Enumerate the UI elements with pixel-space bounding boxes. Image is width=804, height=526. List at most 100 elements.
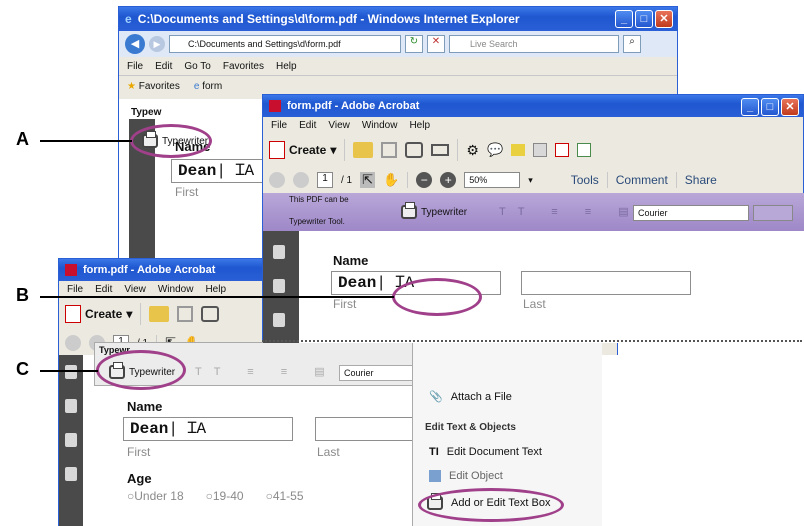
save-icon[interactable] <box>177 306 194 322</box>
close-button[interactable]: ✕ <box>655 10 673 28</box>
acrobat-window-front: form.pdf - Adobe Acrobat _ □ ✕ File Edit… <box>262 94 804 343</box>
comment-bubble-icon[interactable]: 💬 <box>487 142 503 158</box>
menu-favorites[interactable]: Favorites <box>223 61 264 72</box>
acrobat1-tab-tools[interactable]: Tools <box>571 173 599 187</box>
acrobat2-name-label: Name <box>127 399 163 414</box>
save-icon[interactable] <box>381 142 398 158</box>
open-folder-icon[interactable] <box>353 142 374 158</box>
acrobat1-last-label: Last <box>523 297 546 311</box>
print-icon[interactable] <box>405 142 424 158</box>
acrobat1-last-name-field[interactable] <box>521 271 691 295</box>
star-icon: ★ <box>127 81 136 92</box>
edit-document-text-item[interactable]: TI Edit Document Text <box>429 446 542 458</box>
address-bar[interactable]: C:\Documents and Settings\d\form.pdf <box>169 35 401 53</box>
acrobat2-create-button[interactable]: Create ▾ <box>65 305 132 323</box>
acrobat1-menu-help[interactable]: Help <box>409 120 430 131</box>
acrobat1-typewriter-button[interactable]: Typewriter <box>401 202 467 219</box>
next-page-icon[interactable] <box>293 172 309 188</box>
zoom-in-icon[interactable]: + <box>440 172 457 188</box>
bookmark-icon[interactable] <box>273 279 285 293</box>
signature-icon[interactable] <box>65 467 77 481</box>
acrobat1-create-button[interactable]: Create ▾ <box>269 141 336 159</box>
zoom-out-icon[interactable]: − <box>416 172 433 188</box>
zoom-dropdown-icon[interactable]: ▾ <box>528 175 533 186</box>
callout-c-line <box>40 370 98 372</box>
search-input[interactable]: Live Search <box>449 35 619 53</box>
ie-first-label: First <box>175 185 199 199</box>
ie-title-text: C:\Documents and Settings\d\form.pdf - W… <box>137 12 520 26</box>
prev-page-icon[interactable] <box>65 335 81 351</box>
object-icon <box>429 470 441 482</box>
forward-button-icon[interactable]: ▶ <box>149 36 165 52</box>
open-folder-icon[interactable] <box>149 306 170 322</box>
acrobat1-maximize-button[interactable]: □ <box>761 98 779 116</box>
acrobat2-first-name-field[interactable]: Dean| ꞮA <box>123 417 293 441</box>
maximize-button[interactable]: □ <box>635 10 653 28</box>
settings-gear-icon[interactable]: ⚙ <box>466 142 479 159</box>
callout-c-letter: C <box>16 359 29 379</box>
menu-help[interactable]: Help <box>276 61 297 72</box>
acrobat1-menu-file[interactable]: File <box>271 120 287 131</box>
search-icon[interactable]: ⌕ <box>623 35 641 53</box>
email-icon[interactable] <box>431 144 450 156</box>
acrobat2-menu-window[interactable]: Window <box>158 284 194 295</box>
acrobat1-tab-comment[interactable]: Comment <box>616 173 668 187</box>
separator <box>457 139 459 161</box>
menu-file[interactable]: File <box>127 61 143 72</box>
acrobat1-font-size-select[interactable] <box>753 205 793 221</box>
acrobat1-tab-share[interactable]: Share <box>685 173 717 187</box>
menu-edit[interactable]: Edit <box>155 61 172 72</box>
menu-goto[interactable]: Go To <box>184 61 211 72</box>
callout-b-letter: B <box>16 285 29 305</box>
stop-icon[interactable]: ✕ <box>427 35 445 53</box>
acrobat1-page-input[interactable]: 1 <box>317 172 333 188</box>
stamp-icon[interactable] <box>533 143 548 157</box>
acrobat2-menu-edit[interactable]: Edit <box>95 284 112 295</box>
pages-icon[interactable] <box>65 365 77 379</box>
ie-title-bar: e C:\Documents and Settings\d\form.pdf -… <box>119 7 677 31</box>
bookmark-icon[interactable] <box>65 399 77 413</box>
acrobat2-menu-view[interactable]: View <box>124 284 146 295</box>
acrobat1-font-select[interactable]: Courier <box>633 205 749 221</box>
acrobat2-last-name-field[interactable] <box>315 417 415 441</box>
refresh-icon[interactable]: ↻ <box>405 35 423 53</box>
acrobat2-menu-file[interactable]: File <box>67 284 83 295</box>
edit-object-item[interactable]: Edit Object <box>429 470 503 482</box>
attach-file-item[interactable]: 📎 Attach a File <box>429 390 512 404</box>
paperclip-icon: 📎 <box>429 391 443 403</box>
browser-tab[interactable]: e form <box>194 81 222 92</box>
crop-edge <box>262 340 802 342</box>
zoom-select[interactable]: 50% <box>464 172 521 188</box>
acrobat2-menu-help[interactable]: Help <box>205 284 226 295</box>
acrobat1-menu-view[interactable]: View <box>328 120 350 131</box>
acrobat1-first-label: First <box>333 297 357 311</box>
acrobat1-left-rail <box>263 231 299 343</box>
acrobat1-close-button[interactable]: ✕ <box>781 98 799 116</box>
sign-icon[interactable] <box>577 143 592 157</box>
attachment-icon[interactable] <box>273 313 285 327</box>
ie-typewriter-button[interactable]: Typewriter <box>142 131 208 148</box>
export-icon[interactable] <box>555 143 570 157</box>
edit-text-section-header: Edit Text & Objects <box>425 422 516 433</box>
back-button-icon[interactable]: ◀ <box>125 34 145 54</box>
attachment-icon[interactable] <box>65 433 77 447</box>
hand-tool-icon[interactable]: ✋ <box>383 172 399 188</box>
acrobat1-menu-edit[interactable]: Edit <box>299 120 316 131</box>
favorites-button[interactable]: ★ Favorites <box>127 81 180 92</box>
pages-icon[interactable] <box>273 245 285 259</box>
acrobat1-minimize-button[interactable]: _ <box>741 98 759 116</box>
typewriter-icon <box>142 131 158 148</box>
callout-add-text-box-ellipse <box>418 488 564 522</box>
age-radio-19-40[interactable]: ○19-40 <box>206 489 244 503</box>
acrobat1-menu-window[interactable]: Window <box>362 120 398 131</box>
minimize-button[interactable]: _ <box>615 10 633 28</box>
age-radio-41-55[interactable]: ○41-55 <box>266 489 304 503</box>
highlight-icon[interactable] <box>511 144 526 156</box>
callout-c-ellipse <box>96 350 186 390</box>
ie-tab-icon: e <box>193 81 200 92</box>
print-icon[interactable] <box>201 306 220 322</box>
prev-page-icon[interactable] <box>269 172 285 188</box>
age-radio-under-18[interactable]: ○Under 18 <box>127 489 184 503</box>
select-tool-icon[interactable]: ⇱ <box>360 172 376 188</box>
acrobat1-typewriter-bar: This PDF can be Typewriter Tool. Typewri… <box>263 193 804 231</box>
